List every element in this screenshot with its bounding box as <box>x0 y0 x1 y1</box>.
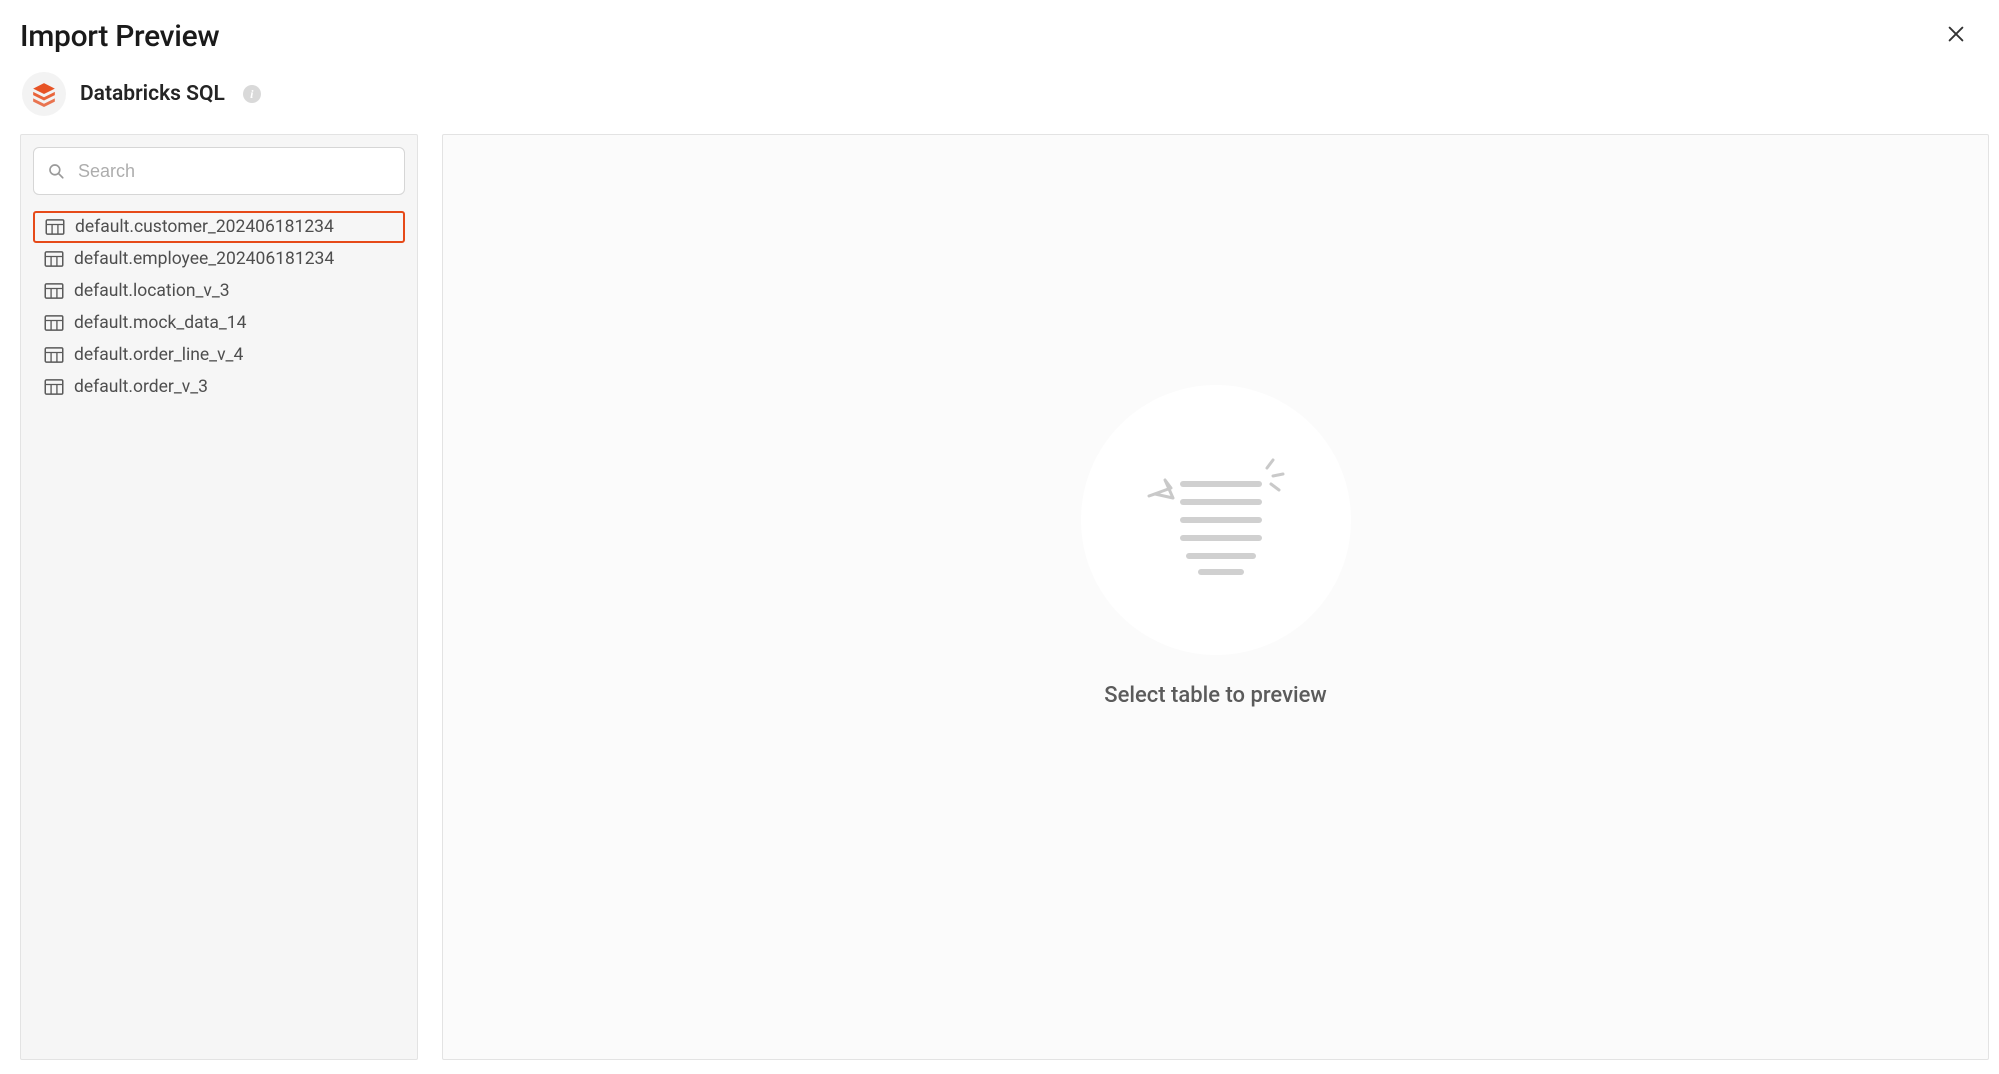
tables-sidebar: default.customer_202406181234 default.emp… <box>20 134 418 1060</box>
close-icon <box>1945 23 1967 45</box>
table-icon <box>44 378 64 396</box>
table-icon <box>44 250 64 268</box>
table-item-label: default.order_v_3 <box>74 377 208 397</box>
table-icon <box>45 218 65 236</box>
preview-panel: Select table to preview <box>442 134 1989 1060</box>
databricks-icon <box>31 81 57 107</box>
close-button[interactable] <box>1937 18 1975 54</box>
empty-state-message: Select table to preview <box>1104 683 1326 708</box>
table-item[interactable]: default.employee_202406181234 <box>33 243 405 275</box>
table-item-label: default.location_v_3 <box>74 281 230 301</box>
table-icon <box>44 346 64 364</box>
source-name: Databricks SQL <box>80 82 225 106</box>
info-icon[interactable]: i <box>243 85 261 103</box>
source-row: Databricks SQL i <box>0 64 1999 134</box>
empty-state: Select table to preview <box>1081 385 1351 708</box>
main-layout: default.customer_202406181234 default.emp… <box>0 134 1999 1060</box>
table-item[interactable]: default.location_v_3 <box>33 275 405 307</box>
search-container <box>33 147 405 195</box>
dialog-title: Import Preview <box>20 19 219 54</box>
search-input[interactable] <box>33 147 405 195</box>
dialog-header: Import Preview <box>0 0 1999 64</box>
table-icon <box>44 282 64 300</box>
select-table-icon <box>1141 450 1291 590</box>
table-list: default.customer_202406181234 default.emp… <box>33 211 405 403</box>
table-item-label: default.employee_202406181234 <box>74 249 334 269</box>
table-item-label: default.order_line_v_4 <box>74 345 243 365</box>
table-item-label: default.mock_data_14 <box>74 313 246 333</box>
table-icon <box>44 314 64 332</box>
table-item[interactable]: default.mock_data_14 <box>33 307 405 339</box>
table-item-label: default.customer_202406181234 <box>75 217 334 237</box>
empty-illustration <box>1081 385 1351 655</box>
source-icon-container <box>22 72 66 116</box>
table-item[interactable]: default.customer_202406181234 <box>33 211 405 243</box>
table-item[interactable]: default.order_line_v_4 <box>33 339 405 371</box>
table-item[interactable]: default.order_v_3 <box>33 371 405 403</box>
